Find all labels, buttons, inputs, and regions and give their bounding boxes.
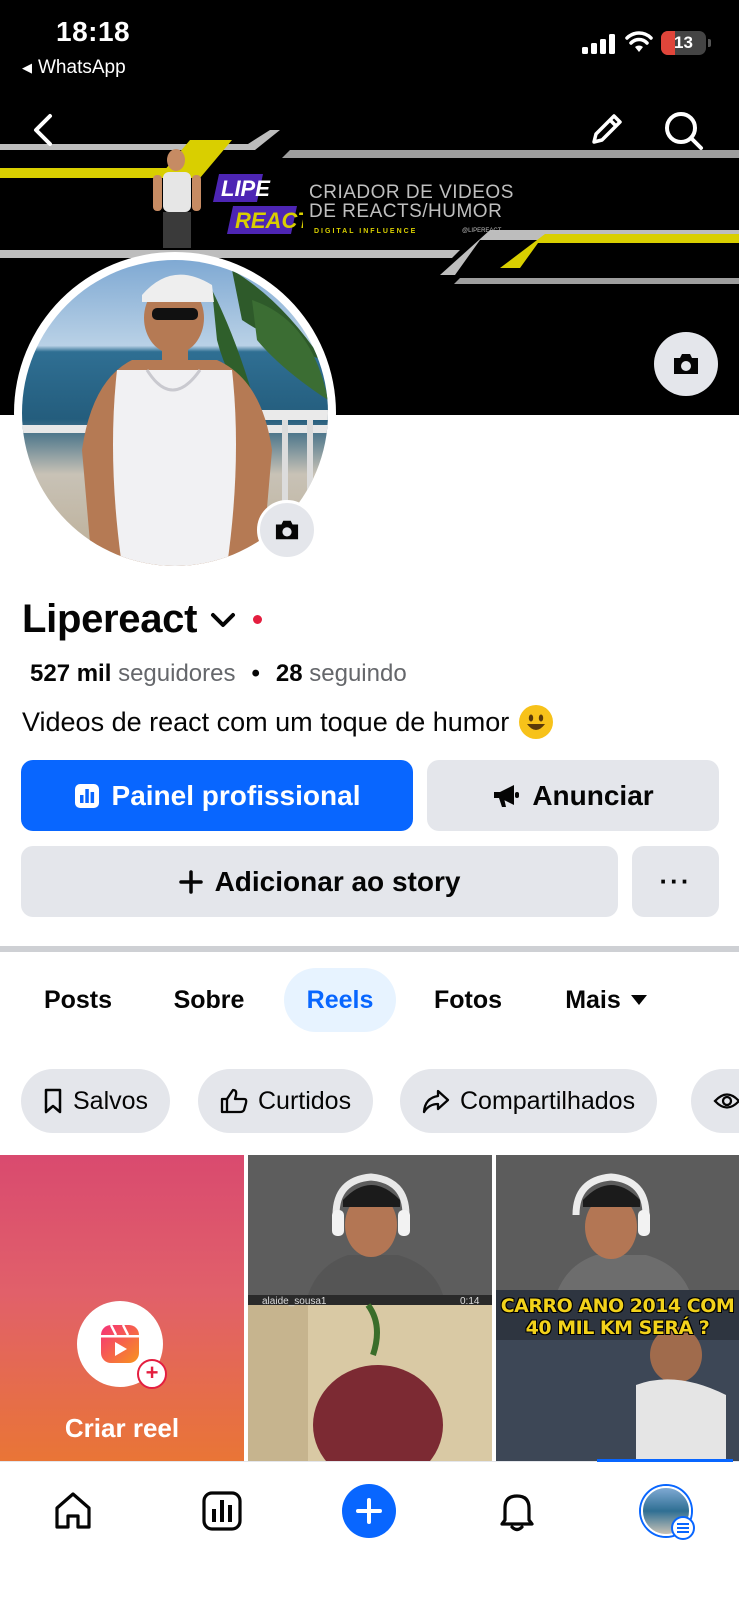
nav-dashboard[interactable] <box>197 1486 247 1536</box>
advertise-button[interactable]: Anunciar <box>427 760 719 831</box>
chevron-down-icon[interactable] <box>209 606 237 634</box>
dashboard-icon <box>202 1491 242 1531</box>
following-count[interactable]: 28 <box>276 660 303 688</box>
caret-down-icon <box>630 995 647 1005</box>
svg-text:LIPE: LIPE <box>221 176 271 201</box>
professional-dashboard-button[interactable]: Painel profissional <box>21 760 413 831</box>
cover-handle: @LIPEREACT <box>462 228 502 234</box>
following-label[interactable]: seguindo <box>309 660 406 688</box>
create-plus-badge: + <box>137 1359 167 1389</box>
bio-text: Videos de react com um toque de humor <box>22 706 510 737</box>
reels-filter-chips: Salvos Curtidos Compartilhados <box>0 1069 739 1133</box>
svg-text:REACT: REACT <box>235 208 303 233</box>
menu-badge-icon <box>671 1516 695 1540</box>
back-app-label: WhatsApp <box>38 57 126 78</box>
tab-more-label: Mais <box>565 986 621 1014</box>
filter-liked[interactable]: Curtidos <box>198 1069 374 1133</box>
battery-indicator: 13 <box>661 31 706 55</box>
status-time: 18:18 <box>56 16 131 47</box>
back-to-app[interactable]: ◀ WhatsApp <box>22 57 126 79</box>
plus-icon <box>178 869 203 894</box>
camera-icon <box>674 354 698 374</box>
back-triangle-icon: ◀ <box>22 60 32 75</box>
menu-lines-icon <box>677 1523 689 1533</box>
search-icon[interactable] <box>663 110 705 152</box>
edit-cover-button[interactable] <box>654 332 718 396</box>
eye-icon <box>713 1093 739 1109</box>
profile-tabs: Posts Sobre Reels Fotos Mais <box>0 968 739 1032</box>
tab-photos[interactable]: Fotos <box>410 968 526 1032</box>
filter-saved[interactable]: Salvos <box>21 1069 171 1133</box>
create-reel-label: Criar reel <box>64 1413 180 1443</box>
thumbs-up-icon <box>220 1088 248 1114</box>
bookmark-icon <box>44 1088 62 1114</box>
battery-level: 13 <box>674 33 693 52</box>
tab-reels[interactable]: Reels <box>284 968 396 1032</box>
profile-stats: 527 mil seguidores • 28 seguindo <box>30 660 407 688</box>
nav-home[interactable] <box>48 1486 98 1536</box>
section-divider <box>0 946 739 952</box>
reel-glyph-icon <box>101 1324 139 1363</box>
status-bar: 18:18 ◀ WhatsApp 13 <box>0 0 739 90</box>
followers-count[interactable]: 527 mil <box>30 660 111 688</box>
lipe-react-logo: LIPE REACT <box>213 174 303 234</box>
filter-viewed[interactable] <box>691 1069 739 1133</box>
stats-separator: • <box>251 660 260 687</box>
filter-liked-label: Curtidos <box>258 1086 352 1115</box>
cover-title: CRIADOR DE VIDEOS DE REACTS/HUMOR <box>309 182 514 222</box>
create-reel-tile[interactable]: + Criar reel <box>0 1155 244 1461</box>
advertise-label: Anunciar <box>532 779 654 811</box>
edit-profile-picture-button[interactable] <box>257 500 317 560</box>
filter-shared-label: Compartilhados <box>460 1086 636 1115</box>
reel-caption: alaide_sousa1 <box>262 1296 327 1307</box>
profile-name-row[interactable]: Lipereact <box>22 597 263 642</box>
wifi-icon <box>625 31 653 52</box>
cellular-signal-icon <box>582 34 615 54</box>
bell-icon <box>500 1494 534 1532</box>
add-to-story-label: Adicionar ao story <box>214 865 461 897</box>
reel-thumbnail-art-1 <box>248 1155 492 1461</box>
tab-posts[interactable]: Posts <box>22 968 134 1032</box>
profile-name: Lipereact <box>22 597 198 641</box>
active-tab-indicator <box>597 1459 733 1462</box>
more-options-button[interactable]: ··· <box>632 846 719 917</box>
tab-more[interactable]: Mais <box>546 968 666 1032</box>
more-options-label: ··· <box>659 866 692 896</box>
reel-thumbnail[interactable]: CARRO ANO 2014 COM 40 MIL KM SERÁ ? <box>496 1155 739 1461</box>
camera-icon <box>275 520 299 540</box>
nav-notifications[interactable] <box>492 1486 542 1536</box>
add-to-story-button[interactable]: Adicionar ao story <box>21 846 618 917</box>
followers-label[interactable]: seguidores <box>118 660 235 688</box>
share-icon <box>422 1089 450 1114</box>
tab-about[interactable]: Sobre <box>150 968 268 1032</box>
reel-duration: 0:14 <box>460 1296 480 1307</box>
notification-dot <box>253 615 263 624</box>
battery-tip <box>708 39 711 47</box>
plus-icon <box>356 1498 382 1524</box>
pencil-icon[interactable] <box>586 110 626 150</box>
profile-bio: Videos de react com um toque de humor <box>22 705 554 739</box>
professional-dashboard-label: Painel profissional <box>111 779 361 811</box>
megaphone-icon <box>494 784 520 807</box>
nav-create[interactable] <box>342 1484 396 1538</box>
filter-saved-label: Salvos <box>73 1086 149 1115</box>
cover-subtitle: DIGITAL INFLUENCE <box>314 228 418 235</box>
reels-grid: + Criar reel alaide_sousa1 0:14 CARRO AN… <box>0 1155 739 1461</box>
smiling-face-icon <box>519 705 554 739</box>
reel-overlay-text: CARRO ANO 2014 COM 40 MIL KM SERÁ ? <box>500 1295 735 1339</box>
reel-thumbnail[interactable]: alaide_sousa1 0:14 <box>248 1155 492 1461</box>
chevron-left-icon[interactable] <box>26 110 60 150</box>
bottom-navigation <box>0 1459 739 1600</box>
dashboard-icon <box>74 783 99 808</box>
filter-shared[interactable]: Compartilhados <box>400 1069 658 1133</box>
home-icon <box>55 1492 91 1529</box>
